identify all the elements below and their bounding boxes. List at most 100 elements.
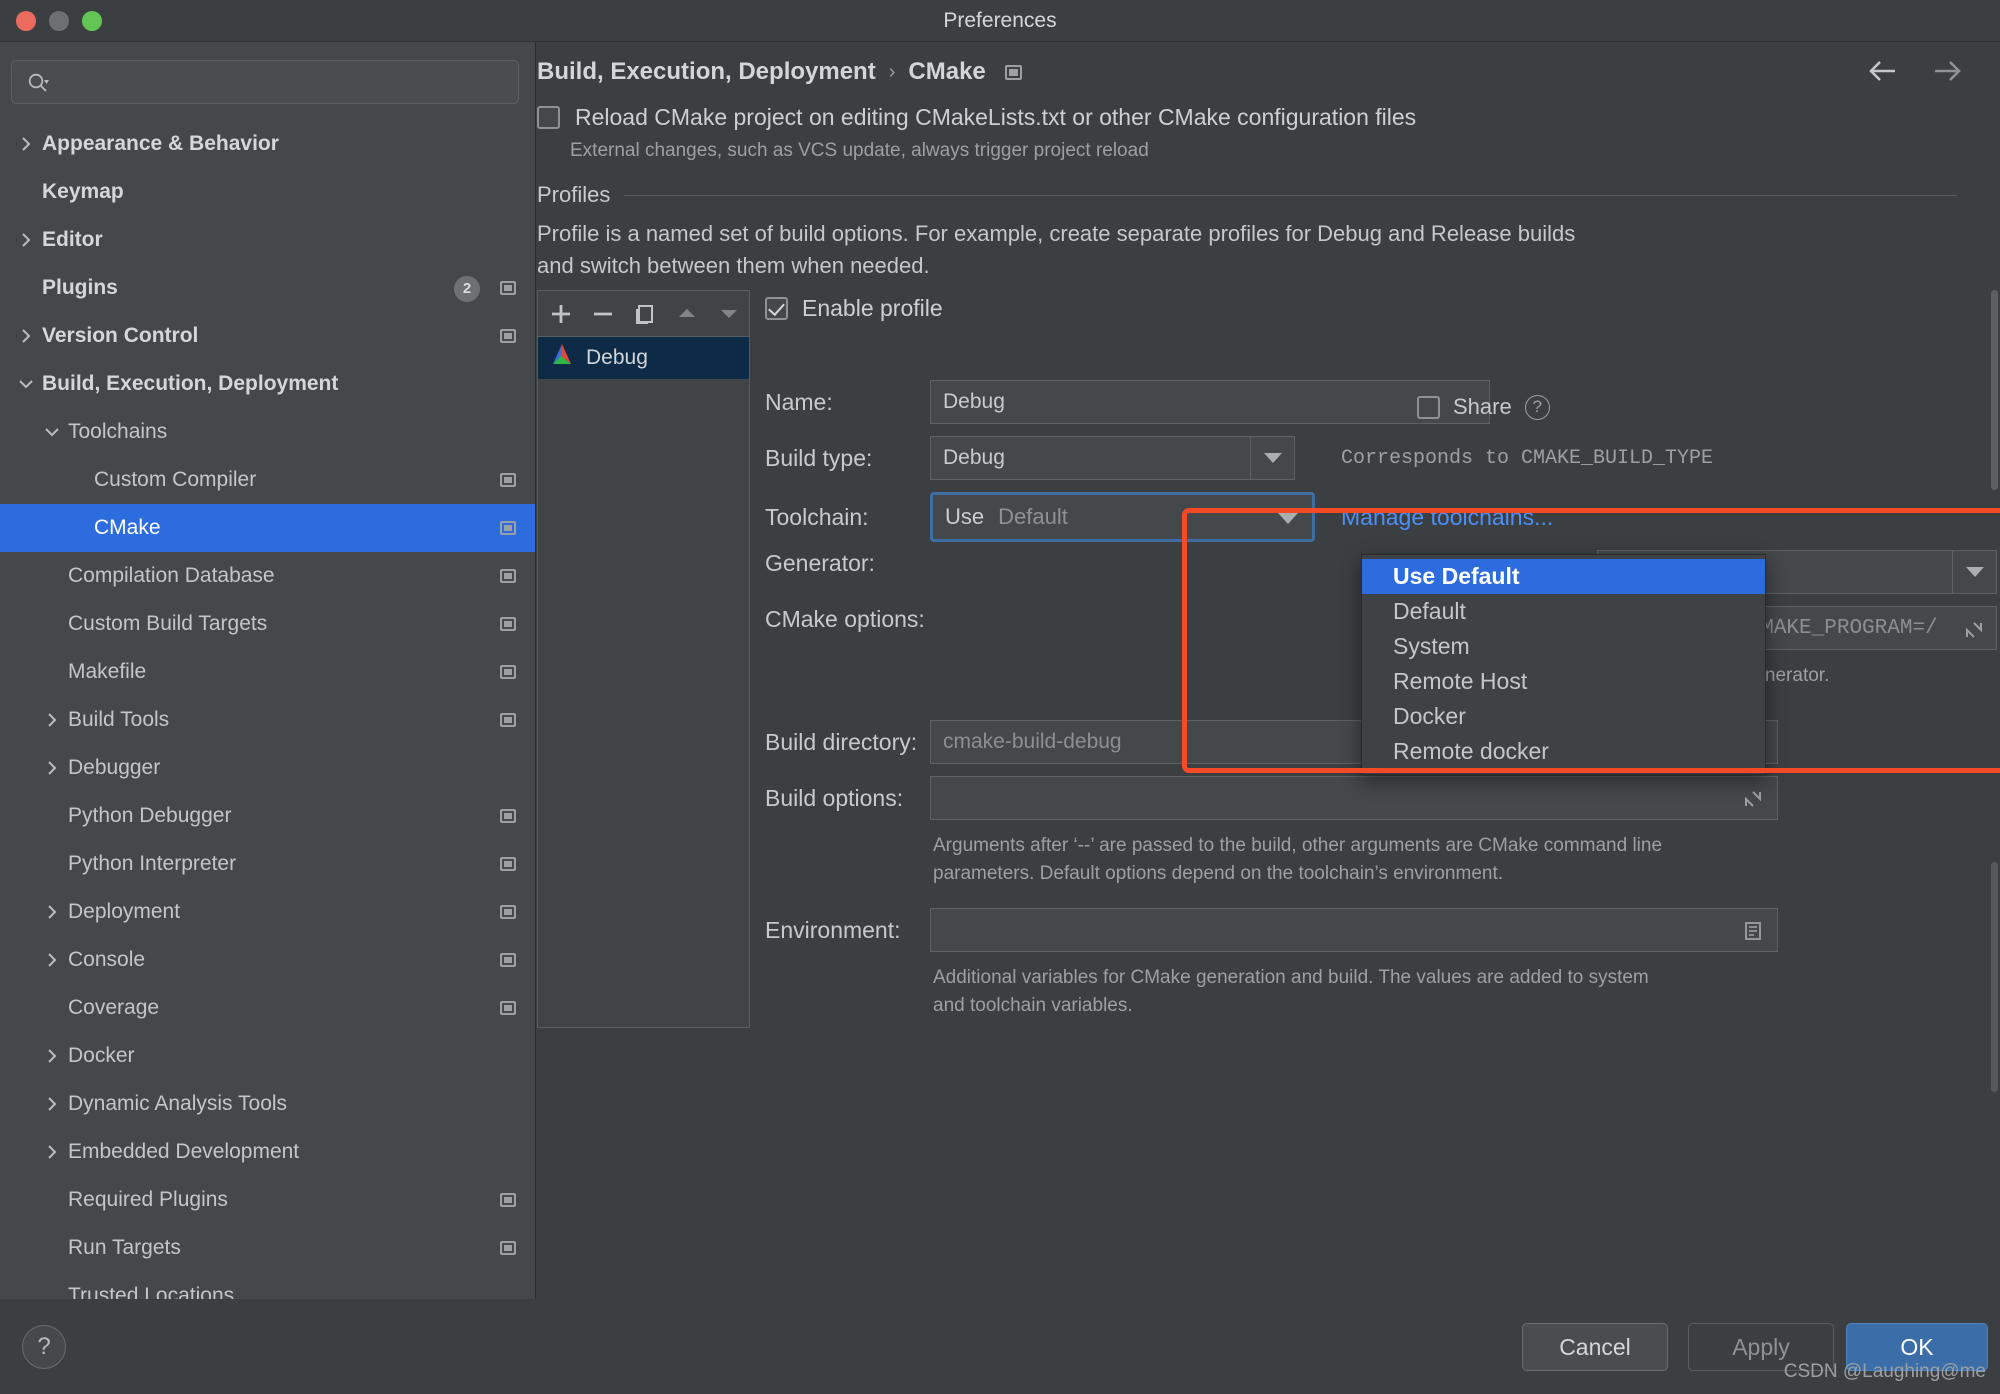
project-scope-icon (500, 905, 516, 919)
sidebar-item-python-interpreter[interactable]: Python Interpreter (0, 840, 535, 888)
sidebar-item-build-tools[interactable]: Build Tools (0, 696, 535, 744)
sidebar-item-appearance-behavior[interactable]: Appearance & Behavior (0, 120, 535, 168)
chevron-down-icon[interactable] (14, 360, 38, 408)
search-input[interactable] (58, 61, 510, 103)
profiles-toolbar (538, 291, 749, 337)
sidebar-item-label: Debugger (68, 756, 161, 779)
reload-cmake-checkbox[interactable] (537, 106, 560, 129)
breadcrumb: Build, Execution, Deployment › CMake (537, 56, 1022, 88)
sidebar-item-dynamic-analysis-tools[interactable]: Dynamic Analysis Tools (0, 1080, 535, 1128)
sidebar-item-label: Custom Compiler (94, 468, 257, 491)
profile-list-item-label: Debug (586, 346, 648, 369)
sidebar-item-debugger[interactable]: Debugger (0, 744, 535, 792)
sidebar-item-console[interactable]: Console (0, 936, 535, 984)
build-type-combo[interactable]: Debug (930, 436, 1295, 480)
add-icon[interactable] (547, 300, 575, 328)
toolchain-combo[interactable]: Use Default (930, 492, 1315, 542)
sidebar-item-coverage[interactable]: Coverage (0, 984, 535, 1032)
forward-arrow-icon[interactable] (1930, 54, 1964, 88)
chevron-right-icon[interactable] (40, 1128, 64, 1176)
name-input[interactable]: Debug (930, 380, 1490, 424)
generator-chevron-down-icon[interactable] (1952, 550, 1997, 594)
chevron-right-icon[interactable] (40, 1080, 64, 1128)
remove-icon[interactable] (589, 300, 617, 328)
section-divider (624, 194, 1957, 196)
sidebar-item-python-debugger[interactable]: Python Debugger (0, 792, 535, 840)
sidebar-item-label: Toolchains (68, 420, 168, 443)
sidebar-item-makefile[interactable]: Makefile (0, 648, 535, 696)
sidebar-item-deployment[interactable]: Deployment (0, 888, 535, 936)
sidebar-item-keymap[interactable]: Keymap (0, 168, 535, 216)
sidebar-item-toolchains[interactable]: Toolchains (0, 408, 535, 456)
sidebar-item-custom-compiler[interactable]: Custom Compiler (0, 456, 535, 504)
sidebar-item-custom-build-targets[interactable]: Custom Build Targets (0, 600, 535, 648)
search-box[interactable] (11, 60, 519, 104)
chevron-down-icon[interactable] (40, 408, 64, 456)
settings-tree: Appearance & Behavior Keymap Editor Plugins… (0, 120, 535, 1299)
reload-cmake-label: Reload CMake project on editing CMakeLis… (575, 104, 1417, 130)
back-arrow-icon[interactable] (1866, 54, 1900, 88)
sidebar-item-compilation-database[interactable]: Compilation Database (0, 552, 535, 600)
edit-variables-icon[interactable] (1743, 921, 1763, 947)
enable-profile-row[interactable]: Enable profile (765, 290, 2000, 326)
project-scope-icon (500, 473, 516, 487)
project-scope-icon (500, 617, 516, 631)
toolchain-dropdown-menu[interactable]: Use Default Default System Remote Host Docke… (1361, 554, 1766, 775)
sidebar-item-build-execution-deployment[interactable]: Build, Execution, Deployment (0, 360, 535, 408)
reload-cmake-row[interactable]: Reload CMake project on editing CMakeLis… (537, 104, 1416, 131)
enable-profile-checkbox[interactable] (765, 296, 788, 320)
sidebar-item-label: Python Interpreter (68, 852, 237, 875)
toolchain-option-use-default[interactable]: Use Default (1362, 559, 1765, 594)
copy-icon[interactable] (631, 300, 659, 328)
chevron-right-icon[interactable] (14, 120, 38, 168)
sidebar-item-run-targets[interactable]: Run Targets (0, 1224, 535, 1272)
build-options-input[interactable] (930, 776, 1778, 820)
sidebar-item-cmake[interactable]: CMake (0, 504, 535, 552)
toolchain-option-docker[interactable]: Docker (1362, 699, 1765, 734)
cmake-options-row: CMake options: (765, 606, 930, 633)
build-options-hint: Arguments after ‘--’ are passed to the b… (933, 835, 1663, 884)
toolchain-option-remote-host[interactable]: Remote Host (1362, 664, 1765, 699)
expand-icon[interactable] (1743, 789, 1763, 815)
chevron-right-icon[interactable] (14, 216, 38, 264)
chevron-right-icon[interactable] (40, 744, 64, 792)
breadcrumb-root[interactable]: Build, Execution, Deployment (537, 58, 876, 86)
build-type-chevron-down-icon[interactable] (1250, 436, 1295, 480)
move-up-icon[interactable] (673, 300, 701, 328)
sidebar-item-trusted-locations[interactable]: Trusted Locations (0, 1272, 535, 1299)
project-scope-icon (500, 1241, 516, 1255)
sidebar-item-plugins[interactable]: Plugins 2 (0, 264, 535, 312)
project-scope-icon (500, 857, 516, 871)
share-checkbox[interactable] (1417, 395, 1440, 419)
manage-toolchains-link[interactable]: Manage toolchains... (1341, 504, 1553, 531)
share-help-icon[interactable]: ? (1524, 394, 1550, 420)
chevron-right-icon[interactable] (14, 312, 38, 360)
environment-input[interactable] (930, 908, 1778, 952)
sidebar-item-docker[interactable]: Docker (0, 1032, 535, 1080)
sidebar-item-editor[interactable]: Editor (0, 216, 535, 264)
profile-list-item[interactable]: Debug (538, 337, 749, 379)
help-button[interactable]: ? (22, 1325, 66, 1369)
build-type-value[interactable]: Debug (930, 436, 1250, 480)
sidebar-item-required-plugins[interactable]: Required Plugins (0, 1176, 535, 1224)
toolchain-option-default[interactable]: Default (1362, 594, 1765, 629)
toolchain-option-system[interactable]: System (1362, 629, 1765, 664)
project-scope-icon (500, 281, 516, 295)
toolchain-chevron-down-icon[interactable] (1278, 513, 1298, 524)
sidebar-item-version-control[interactable]: Version Control (0, 312, 535, 360)
profiles-section-label: Profiles (537, 182, 611, 207)
main-scrollbar-thumb[interactable] (1991, 290, 1998, 490)
cancel-button[interactable]: Cancel (1522, 1323, 1668, 1371)
project-scope-icon (500, 1193, 516, 1207)
share-row[interactable]: Share ? (1417, 394, 1550, 420)
toolchain-option-remote-docker[interactable]: Remote docker (1362, 734, 1765, 769)
sidebar-item-embedded-development[interactable]: Embedded Development (0, 1128, 535, 1176)
chevron-right-icon[interactable] (40, 888, 64, 936)
move-down-icon[interactable] (715, 300, 743, 328)
project-scope-icon (500, 329, 516, 343)
chevron-right-icon[interactable] (40, 696, 64, 744)
main-scrollbar-thumb-lower[interactable] (1991, 862, 1998, 1092)
expand-icon[interactable] (1964, 620, 1984, 647)
chevron-right-icon[interactable] (40, 1032, 64, 1080)
chevron-right-icon[interactable] (40, 936, 64, 984)
